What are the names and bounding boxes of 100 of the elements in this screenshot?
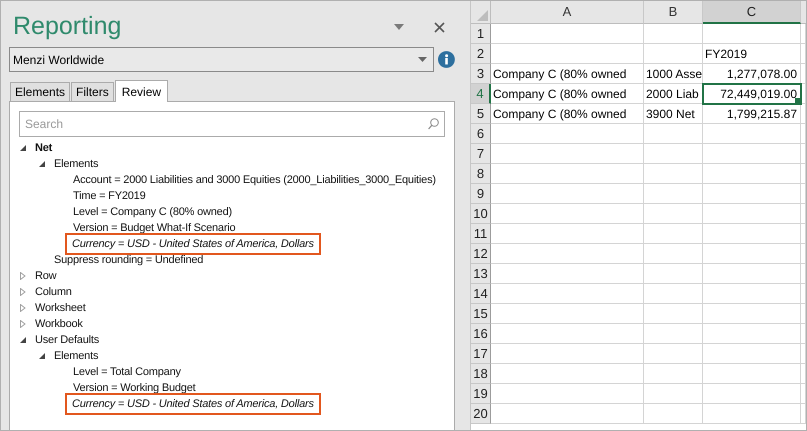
- row-header[interactable]: 10: [471, 204, 491, 224]
- table-cell[interactable]: [801, 344, 806, 364]
- row-header[interactable]: 14: [471, 284, 491, 304]
- row-header[interactable]: 4: [471, 84, 491, 104]
- table-cell[interactable]: [491, 24, 644, 44]
- table-cell[interactable]: [491, 384, 644, 404]
- table-cell[interactable]: [491, 144, 644, 164]
- table-cell[interactable]: [644, 144, 703, 164]
- row-header[interactable]: 15: [471, 304, 491, 324]
- table-cell[interactable]: [644, 404, 703, 424]
- table-cell[interactable]: [491, 164, 644, 184]
- table-cell[interactable]: [801, 44, 806, 64]
- collapse-icon[interactable]: [19, 336, 27, 344]
- table-cell[interactable]: [644, 324, 703, 344]
- collapse-icon[interactable]: [38, 160, 46, 168]
- table-cell[interactable]: 3900 Net: [644, 104, 703, 124]
- table-cell[interactable]: [644, 224, 703, 244]
- dropdown-icon[interactable]: [394, 24, 404, 30]
- table-cell[interactable]: 1,277,078.00: [703, 64, 801, 84]
- info-icon[interactable]: [438, 51, 455, 68]
- table-cell[interactable]: [491, 344, 644, 364]
- table-cell[interactable]: [644, 44, 703, 64]
- table-cell[interactable]: [491, 124, 644, 144]
- column-header[interactable]: C: [703, 1, 801, 24]
- row-header[interactable]: 2: [471, 44, 491, 64]
- table-cell[interactable]: [491, 244, 644, 264]
- table-cell[interactable]: [801, 384, 806, 404]
- table-cell[interactable]: Company C (80% owned: [491, 84, 644, 104]
- table-cell[interactable]: [703, 224, 801, 244]
- table-cell[interactable]: [801, 124, 806, 144]
- table-cell[interactable]: [703, 144, 801, 164]
- table-cell[interactable]: 72,449,019.00: [703, 84, 801, 104]
- select-all-icon[interactable]: [477, 10, 488, 21]
- caret-icon[interactable]: [418, 57, 428, 62]
- column-header[interactable]: [801, 1, 806, 24]
- close-icon[interactable]: [434, 22, 445, 32]
- row-header[interactable]: 1: [471, 24, 491, 44]
- table-cell[interactable]: [703, 184, 801, 204]
- table-cell[interactable]: [491, 224, 644, 244]
- table-cell[interactable]: [491, 184, 644, 204]
- table-cell[interactable]: [644, 284, 703, 304]
- collapse-icon[interactable]: [38, 352, 46, 360]
- table-cell[interactable]: [801, 324, 806, 344]
- table-cell[interactable]: Company C (80% owned: [491, 104, 644, 124]
- table-cell[interactable]: [801, 284, 806, 304]
- table-cell[interactable]: [801, 364, 806, 384]
- table-cell[interactable]: 1,799,215.87: [703, 104, 801, 124]
- table-cell[interactable]: [703, 364, 801, 384]
- table-cell[interactable]: [644, 24, 703, 44]
- table-cell[interactable]: [703, 384, 801, 404]
- table-cell[interactable]: [801, 84, 806, 104]
- table-cell[interactable]: [491, 284, 644, 304]
- table-cell[interactable]: [644, 184, 703, 204]
- collapse-icon[interactable]: [19, 144, 27, 152]
- row-header[interactable]: 12: [471, 244, 491, 264]
- table-cell[interactable]: [703, 304, 801, 324]
- table-cell[interactable]: [644, 384, 703, 404]
- search-field[interactable]: Search: [19, 111, 445, 137]
- table-cell[interactable]: [703, 264, 801, 284]
- column-header[interactable]: B: [644, 1, 703, 24]
- table-cell[interactable]: [644, 304, 703, 324]
- table-cell[interactable]: [801, 244, 806, 264]
- table-cell[interactable]: [703, 124, 801, 144]
- table-cell[interactable]: [801, 64, 806, 84]
- table-cell[interactable]: [491, 364, 644, 384]
- table-cell[interactable]: 2000 Liab: [644, 84, 703, 104]
- table-cell[interactable]: [491, 44, 644, 64]
- row-header[interactable]: 20: [471, 404, 491, 424]
- row-header[interactable]: 19: [471, 384, 491, 404]
- expand-icon[interactable]: [19, 272, 27, 280]
- table-cell[interactable]: [703, 344, 801, 364]
- table-cell[interactable]: [801, 144, 806, 164]
- table-cell[interactable]: [644, 204, 703, 224]
- table-cell[interactable]: 1000 Asse: [644, 64, 703, 84]
- table-cell[interactable]: [801, 224, 806, 244]
- table-cell[interactable]: [703, 324, 801, 344]
- row-header[interactable]: 6: [471, 124, 491, 144]
- table-cell[interactable]: [801, 24, 806, 44]
- table-cell[interactable]: [491, 324, 644, 344]
- table-cell[interactable]: [801, 264, 806, 284]
- table-cell[interactable]: FY2019: [703, 44, 801, 64]
- table-cell[interactable]: [703, 204, 801, 224]
- table-cell[interactable]: Company C (80% owned: [491, 64, 644, 84]
- row-header[interactable]: 16: [471, 324, 491, 344]
- table-cell[interactable]: [644, 164, 703, 184]
- table-cell[interactable]: [801, 184, 806, 204]
- fill-handle[interactable]: [795, 98, 800, 103]
- row-header[interactable]: 8: [471, 164, 491, 184]
- row-header[interactable]: 5: [471, 104, 491, 124]
- table-cell[interactable]: [703, 24, 801, 44]
- row-header[interactable]: 18: [471, 364, 491, 384]
- table-cell[interactable]: [703, 164, 801, 184]
- table-cell[interactable]: [801, 404, 806, 424]
- table-cell[interactable]: [491, 204, 644, 224]
- table-cell[interactable]: [644, 344, 703, 364]
- row-header[interactable]: 7: [471, 144, 491, 164]
- table-cell[interactable]: [801, 164, 806, 184]
- table-cell[interactable]: [491, 264, 644, 284]
- row-header[interactable]: 11: [471, 224, 491, 244]
- tab[interactable]: Filters: [71, 82, 114, 101]
